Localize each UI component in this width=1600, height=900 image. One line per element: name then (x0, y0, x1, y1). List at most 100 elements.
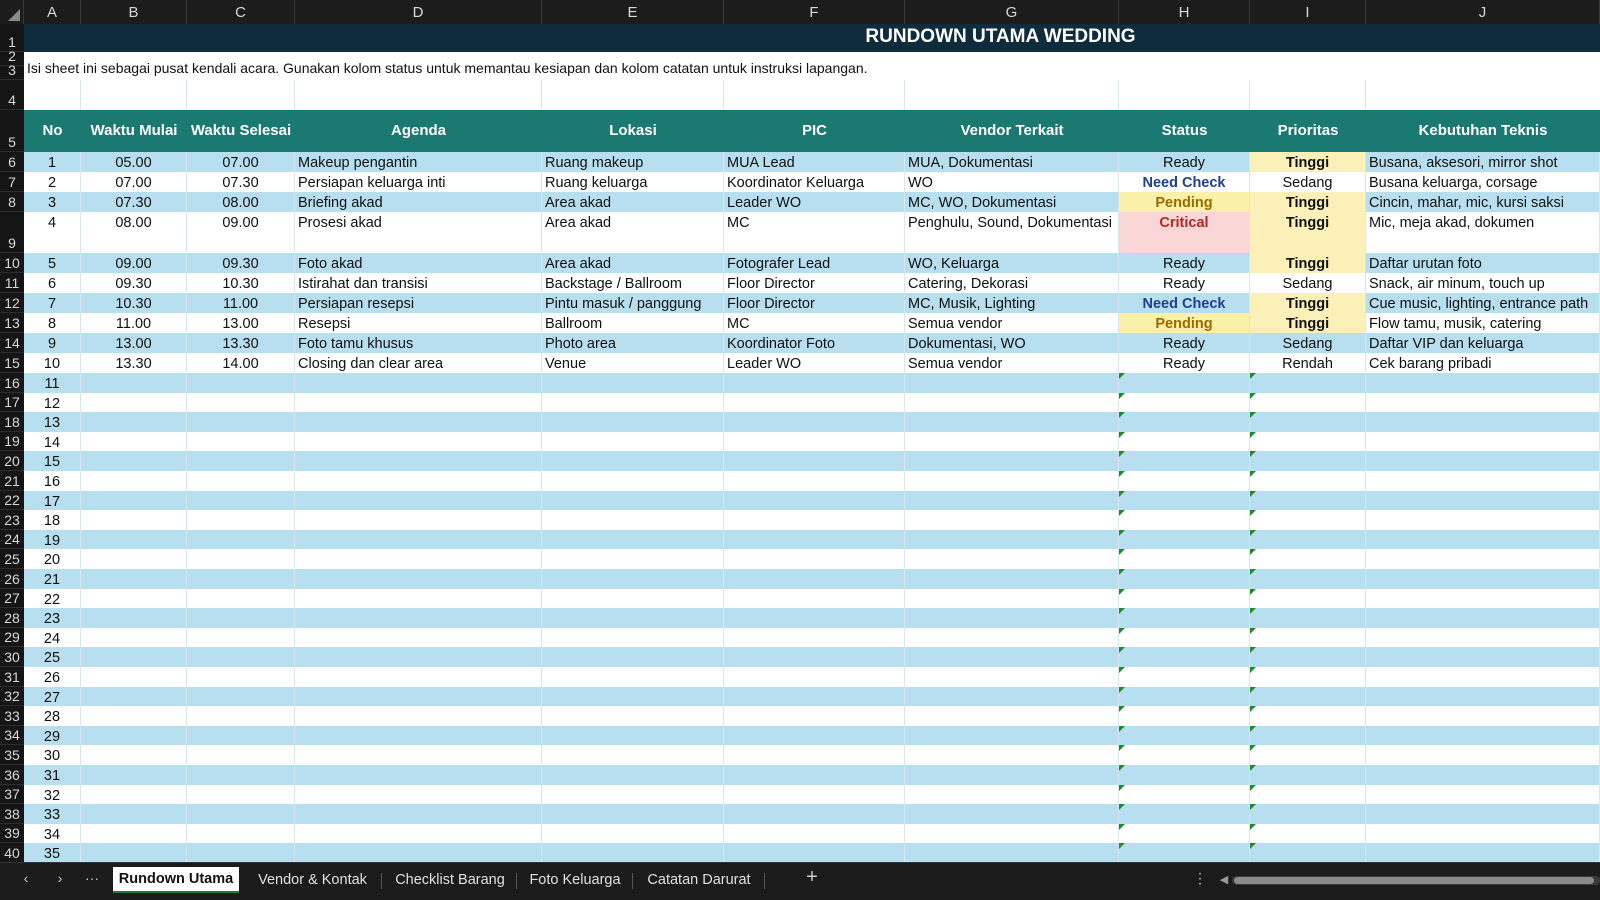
row-header[interactable]: 20 (0, 451, 24, 471)
empty-cell[interactable] (1250, 431, 1366, 452)
empty-cell[interactable] (724, 471, 905, 491)
table-cell[interactable]: 05.00 (81, 152, 187, 172)
table-cell[interactable]: 08.00 (187, 192, 295, 212)
empty-cell[interactable] (724, 667, 905, 687)
empty-cell[interactable] (1250, 529, 1366, 550)
empty-cell[interactable] (1250, 627, 1366, 648)
empty-cell[interactable] (1250, 392, 1366, 413)
empty-cell[interactable] (724, 80, 905, 110)
row-header[interactable]: 34 (0, 725, 24, 746)
row-header[interactable]: 7 (0, 172, 24, 192)
empty-cell[interactable] (295, 451, 542, 471)
row-number-cell[interactable]: 16 (24, 471, 81, 491)
empty-cell[interactable] (1366, 686, 1600, 707)
empty-cell[interactable] (542, 412, 724, 432)
empty-cell[interactable] (187, 823, 295, 844)
table-cell[interactable]: 13.30 (81, 353, 187, 373)
header-no[interactable]: No (24, 110, 81, 152)
table-cell[interactable]: 07.30 (187, 172, 295, 192)
empty-cell[interactable] (187, 765, 295, 785)
status-cell[interactable]: Critical (1119, 212, 1250, 253)
row-number-cell[interactable]: 20 (24, 549, 81, 569)
empty-cell[interactable] (1366, 765, 1600, 785)
row-header[interactable]: 35 (0, 745, 24, 765)
empty-cell[interactable] (1119, 510, 1250, 530)
empty-cell[interactable] (724, 608, 905, 628)
empty-cell[interactable] (724, 725, 905, 746)
empty-cell[interactable] (1119, 529, 1250, 550)
empty-cell[interactable] (724, 569, 905, 589)
empty-cell[interactable] (542, 823, 724, 844)
table-cell[interactable]: 3 (24, 192, 81, 212)
row-header[interactable]: 5 (0, 110, 24, 152)
empty-cell[interactable] (1366, 608, 1600, 628)
table-cell[interactable]: 10.30 (187, 273, 295, 293)
empty-cell[interactable] (81, 569, 187, 589)
empty-cell[interactable] (81, 627, 187, 648)
header-lokasi[interactable]: Lokasi (542, 110, 724, 152)
empty-cell[interactable] (187, 451, 295, 471)
empty-cell[interactable] (542, 451, 724, 471)
empty-cell[interactable] (1119, 745, 1250, 765)
header-status[interactable]: Status (1119, 110, 1250, 152)
empty-cell[interactable] (905, 667, 1119, 687)
sheet-options-icon[interactable]: ⋮ (1190, 870, 1210, 887)
empty-cell[interactable] (905, 588, 1119, 609)
empty-cell[interactable] (295, 549, 542, 569)
scroll-left-icon[interactable]: ◀ (1214, 873, 1234, 886)
table-cell[interactable]: 8 (24, 313, 81, 333)
table-cell[interactable]: 11.00 (81, 313, 187, 333)
tab-rundown-utama[interactable]: Rundown Utama (113, 867, 239, 893)
table-cell[interactable]: 1 (24, 152, 81, 172)
empty-cell[interactable] (724, 490, 905, 511)
empty-cell[interactable] (81, 392, 187, 413)
empty-cell[interactable] (81, 471, 187, 491)
empty-cell[interactable] (187, 392, 295, 413)
empty-cell[interactable] (187, 431, 295, 452)
header-agenda[interactable]: Agenda (295, 110, 542, 152)
table-cell[interactable]: 5 (24, 253, 81, 273)
row-header[interactable]: 8 (0, 192, 24, 212)
header-kebutuhan-teknis[interactable]: Kebutuhan Teknis (1366, 110, 1600, 152)
empty-cell[interactable] (187, 706, 295, 726)
table-cell[interactable]: 2 (24, 172, 81, 192)
empty-cell[interactable] (542, 647, 724, 667)
row-number-cell[interactable]: 23 (24, 608, 81, 628)
table-cell[interactable]: Busana keluarga, corsage (1366, 172, 1600, 192)
empty-cell[interactable] (905, 784, 1119, 805)
priority-cell[interactable]: Tinggi (1250, 192, 1366, 212)
empty-cell[interactable] (905, 412, 1119, 432)
empty-cell[interactable] (295, 706, 542, 726)
table-cell[interactable]: MC (724, 212, 905, 253)
empty-cell[interactable] (295, 745, 542, 765)
empty-cell[interactable] (81, 373, 187, 393)
row-header[interactable]: 10 (0, 253, 24, 273)
row-number-cell[interactable]: 24 (24, 627, 81, 648)
table-cell[interactable]: MC, Musik, Lighting (905, 293, 1119, 313)
empty-cell[interactable] (1119, 80, 1250, 110)
empty-cell[interactable] (1366, 471, 1600, 491)
row-number-cell[interactable]: 33 (24, 804, 81, 824)
empty-cell[interactable] (1250, 588, 1366, 609)
row-header[interactable]: 19 (0, 431, 24, 452)
empty-cell[interactable] (1250, 804, 1366, 824)
empty-cell[interactable] (542, 510, 724, 530)
row-header[interactable]: 4 (0, 80, 24, 110)
status-cell[interactable]: Need Check (1119, 293, 1250, 313)
empty-cell[interactable] (1119, 765, 1250, 785)
row-number-cell[interactable]: 35 (24, 843, 81, 863)
row-number-cell[interactable]: 31 (24, 765, 81, 785)
empty-cell[interactable] (295, 412, 542, 432)
empty-cell[interactable] (295, 843, 542, 863)
tab-catatan-darurat[interactable]: Catatan Darurat (636, 867, 762, 893)
row-number-cell[interactable]: 15 (24, 451, 81, 471)
table-cell[interactable]: MUA Lead (724, 152, 905, 172)
empty-cell[interactable] (1119, 373, 1250, 393)
row-header[interactable]: 12 (0, 293, 24, 313)
empty-cell[interactable] (1366, 667, 1600, 687)
empty-cell[interactable] (542, 588, 724, 609)
table-cell[interactable]: Daftar VIP dan keluarga (1366, 333, 1600, 353)
table-cell[interactable]: 09.30 (81, 273, 187, 293)
empty-cell[interactable] (1366, 823, 1600, 844)
table-cell[interactable]: Penghulu, Sound, Dokumentasi (905, 212, 1119, 253)
